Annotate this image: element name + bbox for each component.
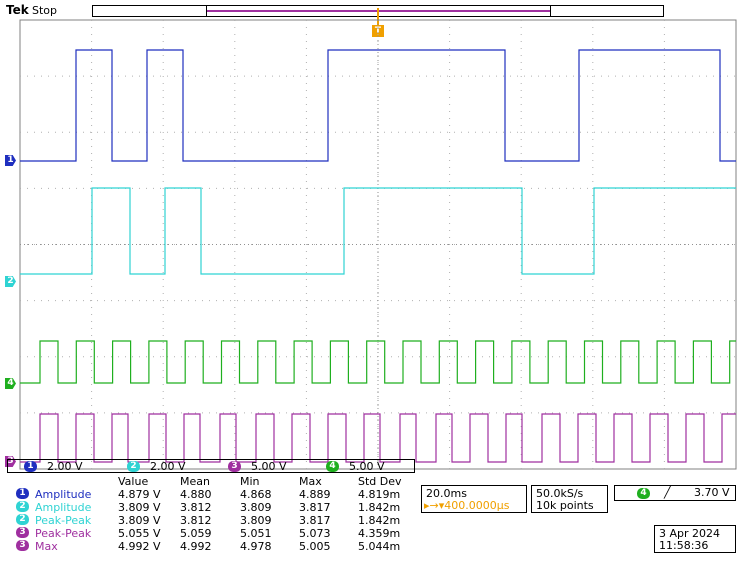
measurement-max: 5.073 [299,527,331,540]
measurement-row[interactable]: 3 Peak-Peak 5.055 V 5.059 5.051 5.073 4.… [7,527,415,540]
ch2-badge: 2 [127,461,140,472]
channel-scale-row: 1 2.00 V 2 2.00 V 3 5.00 V 4 5.00 V [7,459,415,473]
col-header-min: Min [240,475,260,488]
ch4-scale-value: 5.00 V [349,460,385,473]
trigger-source-badge: 4 [637,488,650,499]
col-header-value: Value [118,475,149,488]
measurement-row[interactable]: 2 Peak-Peak 3.809 V 3.812 3.809 3.817 1.… [7,514,415,527]
measurement-std-dev: 5.044m [358,540,401,553]
measurement-max: 4.889 [299,488,331,501]
measurement-mean: 3.812 [180,501,212,514]
measurement-row[interactable]: 2 Amplitude 3.809 V 3.812 3.809 3.817 1.… [7,501,415,514]
measurement-value: 3.809 V [118,501,161,514]
measurement-mean: 5.059 [180,527,212,540]
measurement-row[interactable]: 3 Max 4.992 V 4.992 4.978 5.005 5.044m [7,540,415,553]
measurement-max: 3.817 [299,514,331,527]
measurement-name: Peak-Peak [35,514,92,527]
measurement-name: Amplitude [35,488,92,501]
ch1-badge: 1 [24,461,37,472]
ch3-badge: 3 [16,540,29,551]
ch2-scale-value: 2.00 V [150,460,186,473]
measurement-min: 4.978 [240,540,272,553]
measurement-std-dev: 4.359m [358,527,401,540]
col-header-std-dev: Std Dev [358,475,402,488]
ch1-scale[interactable]: 1 2.00 V [24,461,83,473]
ch2-scale[interactable]: 2 2.00 V [127,461,186,473]
date-time-readout: 3 Apr 2024 11:58:36 [654,525,736,553]
timebase-readout[interactable]: 20.0ms ▸→▾400.0000µs [421,485,527,513]
ch3-scale-value: 5.00 V [251,460,287,473]
ch2-badge: 2 [16,514,29,525]
col-header-mean: Mean [180,475,210,488]
readout-panel: 1 2.00 V 2 2.00 V 3 5.00 V 4 5.00 V Value Me… [0,459,741,561]
measurement-value: 3.809 V [118,514,161,527]
ch1-badge: 1 [16,488,29,499]
measurement-name: Peak-Peak [35,527,92,540]
measurement-row[interactable]: 1 Amplitude 4.879 V 4.880 4.868 4.889 4.… [7,488,415,501]
trigger-slope-icon: ╱ [664,486,671,499]
measurement-mean: 4.992 [180,540,212,553]
measurement-std-dev: 4.819m [358,488,401,501]
graticule [19,19,737,470]
measurement-max: 5.005 [299,540,331,553]
measurement-name: Amplitude [35,501,92,514]
measurement-min: 3.809 [240,501,272,514]
measurement-value: 4.992 V [118,540,161,553]
trigger-position-readout: ▸→▾400.0000µs [424,499,510,512]
acquisition-readout[interactable]: 50.0kS/s 10k points [531,485,608,513]
trigger-readout[interactable]: 4 ╱ 3.70 V [614,485,736,501]
measurement-min: 4.868 [240,488,272,501]
ch3-badge: 3 [16,527,29,538]
record-length: 10k points [536,499,594,512]
col-header-max: Max [299,475,322,488]
ch3-badge: 3 [228,461,241,472]
ch4-badge: 4 [326,461,339,472]
measurement-min: 5.051 [240,527,272,540]
measurement-std-dev: 1.842m [358,514,401,527]
measurement-std-dev: 1.842m [358,501,401,514]
measurement-min: 3.809 [240,514,272,527]
measurement-name: Max [35,540,58,553]
ch1-scale-value: 2.00 V [47,460,83,473]
measurement-mean: 4.880 [180,488,212,501]
ch4-scale[interactable]: 4 5.00 V [326,461,385,473]
time: 11:58:36 [659,539,709,552]
measurement-mean: 3.812 [180,514,212,527]
ch3-scale[interactable]: 3 5.00 V [228,461,287,473]
measurement-table: Value Mean Min Max Std Dev 1 Amplitude 4… [7,475,415,553]
measurement-max: 3.817 [299,501,331,514]
measurement-value: 5.055 V [118,527,161,540]
measurement-value: 4.879 V [118,488,161,501]
ch2-badge: 2 [16,501,29,512]
trigger-level: 3.70 V [694,486,730,499]
